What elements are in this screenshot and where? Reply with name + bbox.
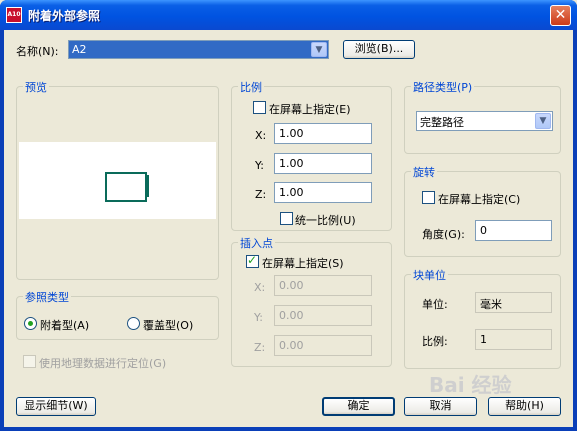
close-button[interactable]: ✕: [550, 5, 571, 26]
uniform-scale-checkbox[interactable]: [280, 212, 293, 225]
ok-button[interactable]: 确定: [322, 397, 395, 416]
unit-label: 单位:: [422, 298, 448, 311]
insertion-x-label: X:: [254, 281, 266, 294]
preview-title: 预览: [23, 79, 49, 95]
title-bar[interactable]: A10 附着外部参照 ✕: [0, 0, 577, 30]
scale-group: 比例 在屏幕上指定(E) X: 1.00 Y: 1.00 Z: 1.00 统一比…: [231, 79, 392, 231]
watermark-logo: Bai 经验: [429, 373, 512, 397]
block-unit-title: 块单位: [411, 267, 448, 283]
angle-label: 角度(G):: [422, 228, 465, 241]
overlay-label: 覆盖型(O): [143, 319, 194, 332]
geo-label: 使用地理数据进行定位(G): [39, 357, 167, 370]
chevron-down-icon[interactable]: ▼: [311, 42, 327, 57]
reference-type-group: 参照类型 附着型(A) 覆盖型(O): [16, 289, 219, 340]
show-details-button[interactable]: 显示细节(W): [16, 397, 96, 416]
path-type-group: 路径类型(P) 完整路径 ▼: [404, 79, 561, 154]
reference-type-title: 参照类型: [23, 289, 71, 305]
window-title: 附着外部参照: [28, 9, 101, 23]
name-combo[interactable]: A2 ▼: [68, 40, 329, 59]
dialog-body: 名称(N): A2 ▼ 浏览(B)... 预览 比例 在屏幕上指定(E) X: …: [4, 30, 573, 427]
insertion-z-label: Z:: [254, 341, 266, 354]
scale-screen-label: 在屏幕上指定(E): [269, 103, 351, 116]
preview-bar: [145, 175, 149, 197]
path-type-combo[interactable]: 完整路径 ▼: [416, 111, 553, 131]
scale-z-input[interactable]: 1.00: [274, 182, 372, 203]
uniform-scale-label: 统一比例(U): [295, 214, 356, 227]
radio-selected-dot: [28, 321, 33, 326]
factor-label: 比例:: [422, 335, 448, 348]
rotation-screen-label: 在屏幕上指定(C): [438, 193, 521, 206]
attachment-label: 附着型(A): [40, 319, 90, 332]
unit-value: 毫米: [475, 292, 552, 313]
insertion-group: 插入点 ✓ 在屏幕上指定(S) X: 0.00 Y: 0.00 Z: 0.00: [231, 235, 392, 367]
scale-title: 比例: [238, 79, 264, 95]
path-type-value: 完整路径: [420, 116, 464, 129]
help-button[interactable]: 帮助(H): [488, 397, 561, 416]
attachment-radio[interactable]: [24, 317, 37, 330]
insertion-screen-checkbox[interactable]: ✓: [246, 253, 259, 268]
path-type-title: 路径类型(P): [411, 79, 475, 95]
geo-checkbox[interactable]: [23, 355, 36, 368]
name-value: A2: [72, 43, 87, 56]
autocad-icon: A10: [6, 7, 22, 23]
overlay-radio[interactable]: [127, 317, 140, 330]
scale-y-label: Y:: [255, 159, 264, 172]
scale-screen-checkbox[interactable]: [253, 101, 266, 114]
checkmark-icon: ✓: [247, 253, 258, 267]
preview-frame: [105, 172, 147, 202]
block-unit-group: 块单位 单位: 毫米 比例: 1: [404, 267, 561, 369]
insertion-z-input[interactable]: 0.00: [274, 335, 372, 356]
scale-x-label: X:: [255, 129, 267, 142]
angle-input[interactable]: 0: [475, 220, 552, 241]
browse-button[interactable]: 浏览(B)...: [343, 40, 415, 59]
preview-group: 预览: [16, 79, 219, 280]
insertion-y-input[interactable]: 0.00: [274, 305, 372, 326]
rotation-screen-checkbox[interactable]: [422, 191, 435, 204]
cancel-button[interactable]: 取消: [404, 397, 477, 416]
scale-y-input[interactable]: 1.00: [274, 153, 372, 174]
insertion-x-input[interactable]: 0.00: [274, 275, 372, 296]
rotation-group: 旋转 在屏幕上指定(C) 角度(G): 0: [404, 164, 561, 257]
factor-value: 1: [475, 329, 552, 350]
preview-pane: [19, 142, 216, 219]
dialog-window: A10 附着外部参照 ✕ 名称(N): A2 ▼ 浏览(B)... 预览 比例 …: [0, 0, 577, 431]
rotation-title: 旋转: [411, 164, 437, 180]
scale-x-input[interactable]: 1.00: [274, 123, 372, 144]
scale-z-label: Z:: [255, 188, 267, 201]
name-label: 名称(N):: [16, 45, 59, 58]
insertion-y-label: Y:: [254, 311, 263, 324]
chevron-down-icon[interactable]: ▼: [535, 113, 551, 129]
insertion-title: 插入点: [238, 235, 275, 251]
insertion-screen-label: 在屏幕上指定(S): [262, 257, 344, 270]
